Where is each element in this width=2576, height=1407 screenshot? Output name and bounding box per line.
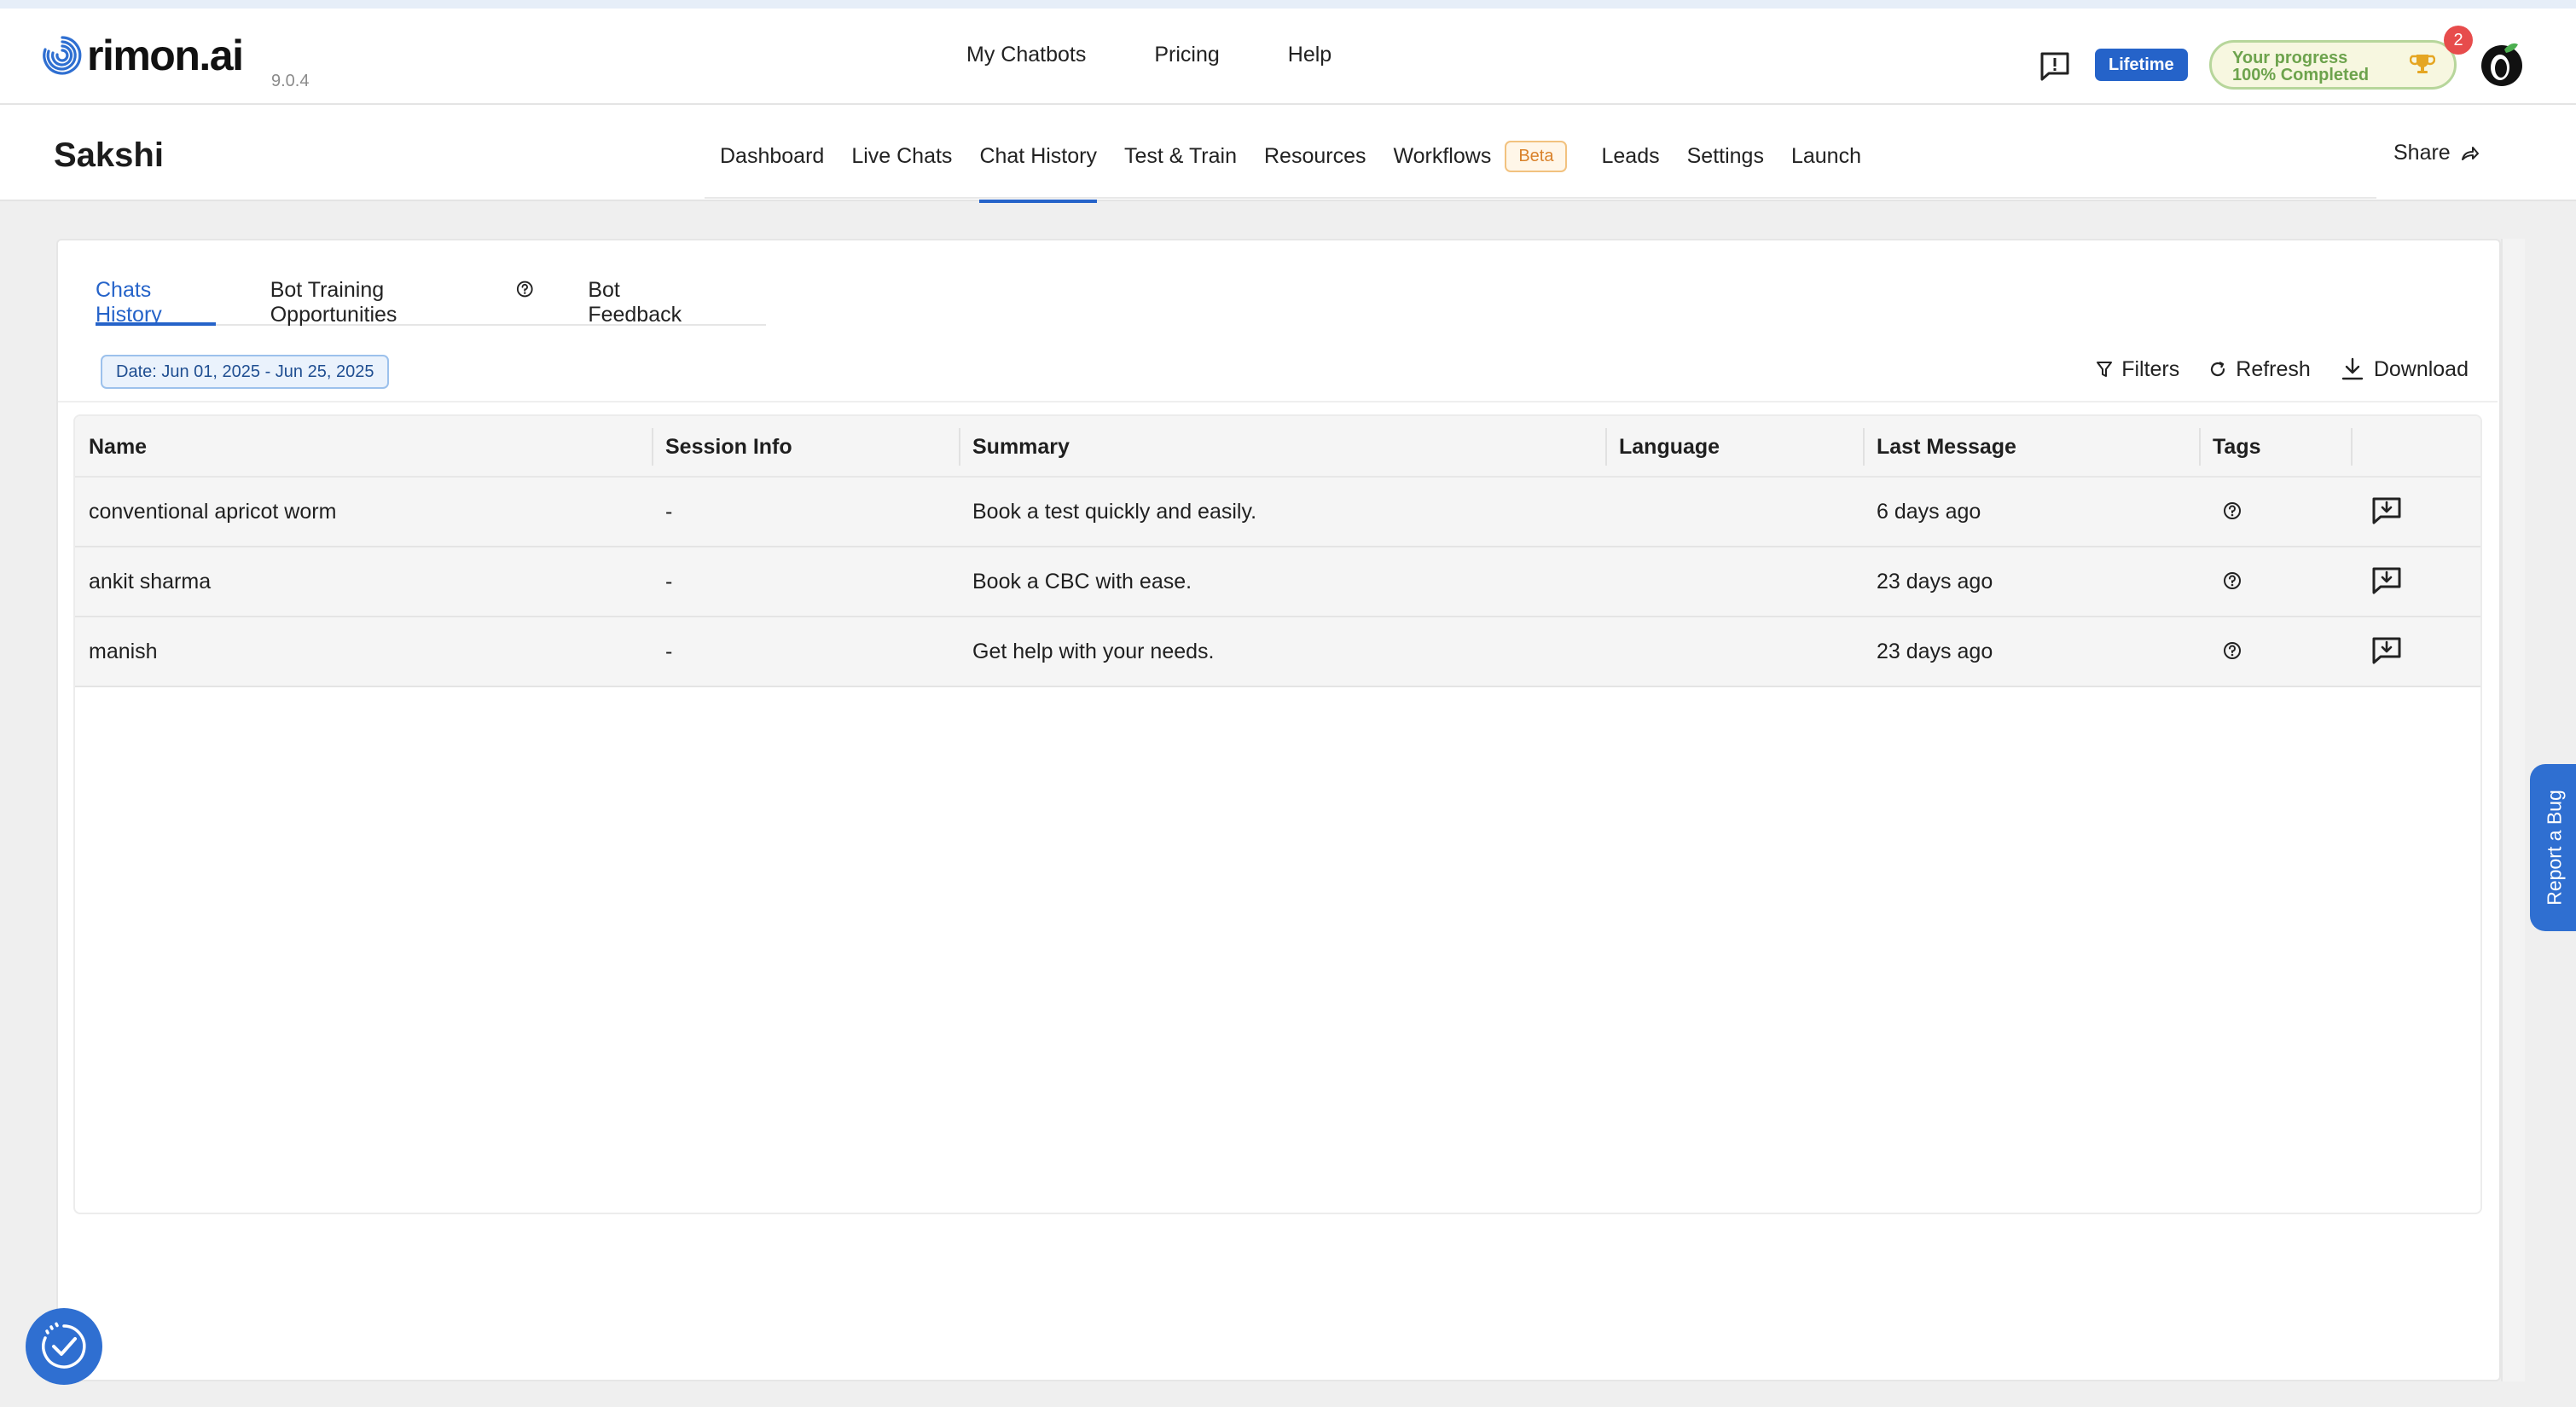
column-header-language[interactable]: Language [1619, 416, 1720, 478]
brand-logo[interactable]: rimon.ai [39, 32, 244, 79]
table-actions: Filters Refresh Download [2067, 356, 2469, 382]
cell-summary: Book a CBC with ease. [972, 570, 1192, 593]
cell-session-info: - [665, 570, 673, 593]
tag-help-icon[interactable] [2223, 641, 2242, 660]
column-divider [2351, 428, 2353, 466]
beta-badge: Beta [1505, 141, 1568, 172]
cell-name: manish [89, 640, 158, 663]
cell-session-info: - [665, 640, 673, 663]
tab-workflows[interactable]: Workflows [1393, 144, 1491, 169]
tag-help-icon[interactable] [2223, 501, 2242, 520]
table-row[interactable]: conventional apricot worm - Book a test … [75, 478, 2480, 547]
tab-chats-history-label: Chats History [96, 278, 162, 327]
download-label: Download [2373, 356, 2469, 381]
nav-my-chatbots[interactable]: My Chatbots [966, 43, 1086, 67]
table-row[interactable]: ankit sharma - Book a CBC with ease. 23 … [75, 547, 2480, 617]
help-circle-icon[interactable] [516, 280, 534, 298]
view-chat-icon[interactable] [2371, 496, 2402, 525]
bot-header: Sakshi Dashboard Live Chats Chat History… [0, 105, 2576, 203]
tab-chats-history[interactable]: Chats History [96, 278, 216, 327]
filters-label: Filters [2121, 356, 2180, 381]
tab-chat-history[interactable]: Chat History [979, 144, 1097, 203]
refresh-button[interactable]: Refresh [2208, 357, 2311, 382]
top-navigation: My Chatbots Pricing Help [966, 43, 1332, 67]
refresh-icon [2211, 362, 2225, 377]
cell-summary: Book a test quickly and easily. [972, 500, 1257, 524]
feedback-message-icon[interactable] [2039, 51, 2071, 82]
view-chat-icon[interactable] [2371, 636, 2402, 665]
column-divider [2199, 428, 2201, 466]
column-divider [652, 428, 653, 466]
tab-bot-feedback[interactable]: Bot Feedback [588, 278, 711, 327]
tab-resources[interactable]: Resources [1264, 144, 1366, 169]
tab-bot-training[interactable]: Bot Training Opportunities [270, 278, 534, 327]
cell-last-message: 23 days ago [1877, 640, 1993, 663]
trophy-icon [2410, 55, 2435, 73]
tab-bot-training-label: Bot Training Opportunities [270, 278, 397, 327]
download-icon [2341, 357, 2364, 380]
tab-settings[interactable]: Settings [1687, 144, 1764, 169]
tab-launch[interactable]: Launch [1791, 144, 1861, 169]
nav-pricing[interactable]: Pricing [1154, 43, 1219, 67]
share-arrow-icon [2461, 146, 2479, 160]
app-version: 9.0.4 [271, 72, 310, 90]
plan-badge[interactable]: Lifetime [2095, 49, 2188, 81]
column-header-summary[interactable]: Summary [972, 416, 1070, 478]
cell-last-message: 23 days ago [1877, 570, 1993, 593]
tag-help-icon[interactable] [2223, 571, 2242, 590]
cell-last-message: 6 days ago [1877, 500, 1981, 524]
cell-name: ankit sharma [89, 570, 212, 593]
column-divider [959, 428, 960, 466]
column-divider [1863, 428, 1865, 466]
column-header-name[interactable]: Name [89, 416, 147, 478]
filters-button[interactable]: Filters [2096, 357, 2179, 382]
nav-help[interactable]: Help [1288, 43, 1332, 67]
bot-name: Sakshi [54, 136, 164, 174]
column-divider [1605, 428, 1607, 466]
view-chat-icon[interactable] [2371, 566, 2402, 595]
date-range-chip[interactable]: Date: Jun 01, 2025 - Jun 25, 2025 [101, 355, 390, 389]
cell-session-info: - [665, 500, 673, 524]
assistant-fab[interactable] [26, 1308, 102, 1385]
page-scrollbar[interactable] [2501, 239, 2525, 1381]
cell-name: conventional apricot worm [89, 500, 337, 524]
tab-test-train[interactable]: Test & Train [1124, 144, 1237, 169]
download-button[interactable]: Download [2340, 356, 2469, 382]
table-row[interactable]: manish - Get help with your needs. 23 da… [75, 617, 2480, 687]
column-header-tags[interactable]: Tags [2213, 416, 2261, 478]
cell-summary: Get help with your needs. [972, 640, 1215, 663]
user-avatar[interactable] [2479, 39, 2525, 89]
bot-tabs: Dashboard Live Chats Chat History Test &… [720, 141, 1888, 203]
column-header-session-info[interactable]: Session Info [665, 416, 792, 478]
toolbar-divider [58, 401, 2498, 402]
brand-name: rimon.ai [87, 32, 244, 79]
tab-bot-feedback-label: Bot Feedback [588, 278, 682, 327]
column-header-last-message[interactable]: Last Message [1877, 416, 2016, 478]
logo-swirl-icon [43, 36, 82, 75]
check-dial-icon [42, 1322, 86, 1369]
chat-history-tabs: Chats History Bot Training Opportunities… [96, 278, 766, 327]
report-bug-button[interactable]: Report a Bug [2530, 764, 2576, 931]
tabs-underline [705, 197, 2376, 199]
share-label: Share [2393, 141, 2451, 165]
table-header: Name Session Info Summary Language Last … [75, 416, 2480, 478]
refresh-label: Refresh [2236, 356, 2311, 381]
filter-icon [2097, 362, 2113, 377]
share-button[interactable]: Share [2393, 141, 2480, 165]
top-strip [0, 0, 2576, 9]
tab-dashboard[interactable]: Dashboard [720, 144, 824, 169]
chat-history-card: Chats History Bot Training Opportunities… [56, 239, 2501, 1381]
report-bug-label: Report a Bug [2543, 790, 2566, 906]
top-navbar: rimon.ai 9.0.4 My Chatbots Pricing Help … [0, 9, 2576, 105]
notification-badge[interactable]: 2 [2444, 26, 2473, 55]
tab-live-chats[interactable]: Live Chats [851, 144, 952, 169]
chats-table: Name Session Info Summary Language Last … [73, 414, 2482, 1214]
tab-leads[interactable]: Leads [1601, 144, 1659, 169]
